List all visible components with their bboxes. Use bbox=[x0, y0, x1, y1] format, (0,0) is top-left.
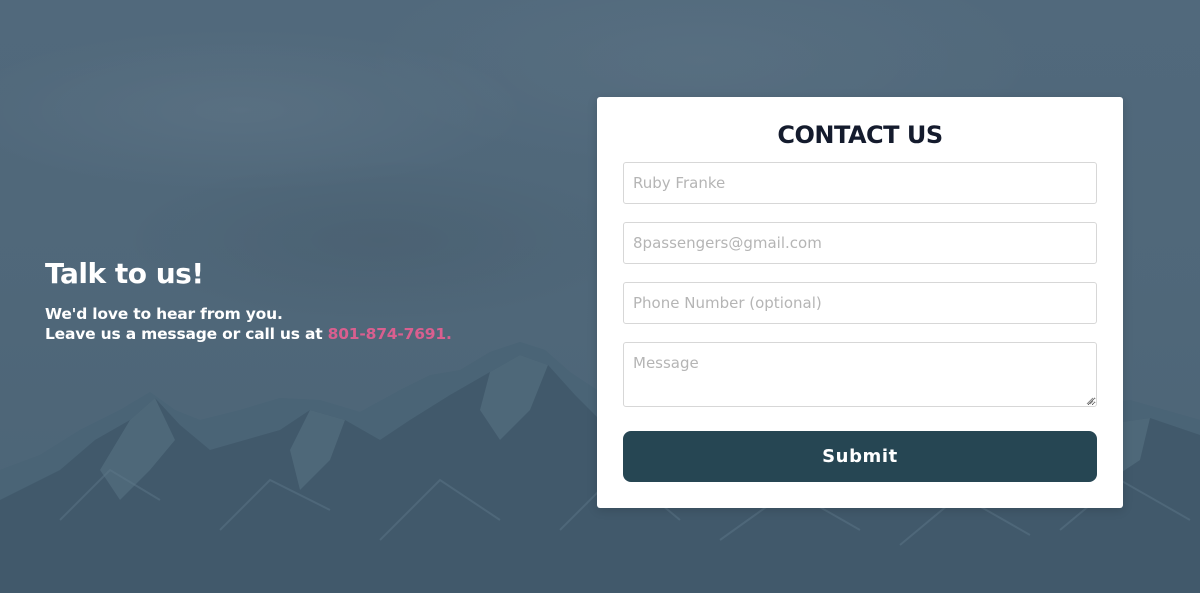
message-textarea[interactable] bbox=[623, 342, 1097, 407]
intro-subtitle: We'd love to hear from you. bbox=[45, 305, 283, 323]
email-input[interactable] bbox=[623, 222, 1097, 264]
submit-button[interactable]: Submit bbox=[623, 431, 1097, 482]
intro-heading: Talk to us! bbox=[45, 257, 204, 290]
phone-input[interactable] bbox=[623, 282, 1097, 324]
intro-section: Talk to us! We'd love to hear from you. … bbox=[45, 256, 452, 344]
contact-form-card: CONTACT US Submit bbox=[597, 97, 1123, 508]
intro-call-text: Leave us a message or call us at bbox=[45, 325, 328, 343]
phone-number-link[interactable]: 801-874-7691. bbox=[328, 325, 452, 343]
name-input[interactable] bbox=[623, 162, 1097, 204]
contact-page: Talk to us! We'd love to hear from you. … bbox=[0, 0, 1200, 593]
intro-call-line: Leave us a message or call us at 801-874… bbox=[45, 324, 452, 344]
contact-form-title: CONTACT US bbox=[777, 121, 943, 149]
